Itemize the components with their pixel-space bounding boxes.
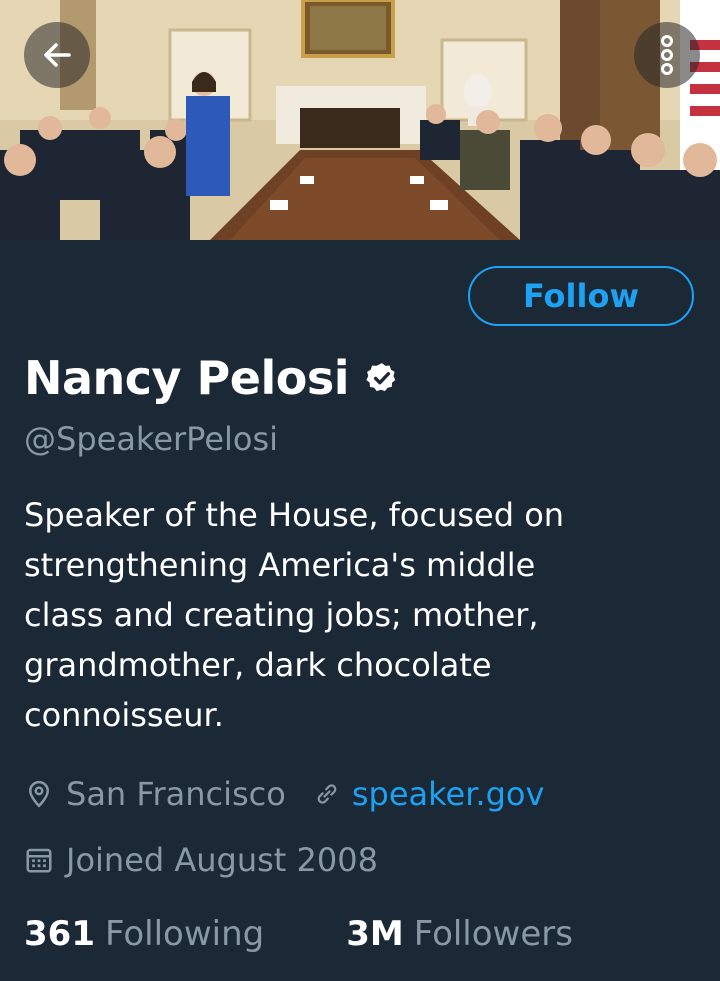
verified-badge-icon: [366, 363, 396, 392]
profile-location: San Francisco: [66, 775, 286, 813]
profile-page: Follow Nancy Pelosi @SpeakerPelosi Speak…: [0, 0, 720, 981]
profile-joined-date: Joined August 2008: [66, 841, 378, 879]
header-banner-image[interactable]: [0, 0, 720, 240]
banner-photo: [0, 0, 720, 240]
profile-name: Nancy Pelosi: [24, 351, 349, 405]
more-options-button[interactable]: [634, 22, 700, 88]
profile-bio: Speaker of the House, focused on strengt…: [24, 496, 565, 734]
followers-stat-link[interactable]: 3M Followers: [346, 914, 573, 954]
followers-label: Followers: [413, 914, 573, 954]
calendar-icon: [26, 848, 52, 873]
profile-joined-row: Joined August 2008: [24, 836, 378, 884]
link-icon: [317, 784, 337, 804]
followers-count: 3M: [346, 914, 404, 954]
following-label: Following: [104, 914, 265, 954]
profile-stats: 361 Following 3M Followers: [24, 908, 573, 960]
following-count: 361: [24, 914, 95, 954]
profile-name-row: Nancy Pelosi: [24, 346, 399, 410]
following-stat-link[interactable]: 361 Following: [24, 914, 264, 954]
profile-website-link[interactable]: speaker.gov: [352, 775, 545, 813]
more-vertical-icon: [661, 35, 673, 75]
location-pin-icon: [28, 780, 50, 808]
profile-location-row: San Francisco speaker.gov: [24, 770, 544, 818]
back-button[interactable]: [24, 22, 90, 88]
follow-button[interactable]: Follow: [468, 266, 694, 326]
arrow-left-icon: [44, 43, 71, 67]
profile-handle: @SpeakerPelosi: [24, 420, 279, 458]
